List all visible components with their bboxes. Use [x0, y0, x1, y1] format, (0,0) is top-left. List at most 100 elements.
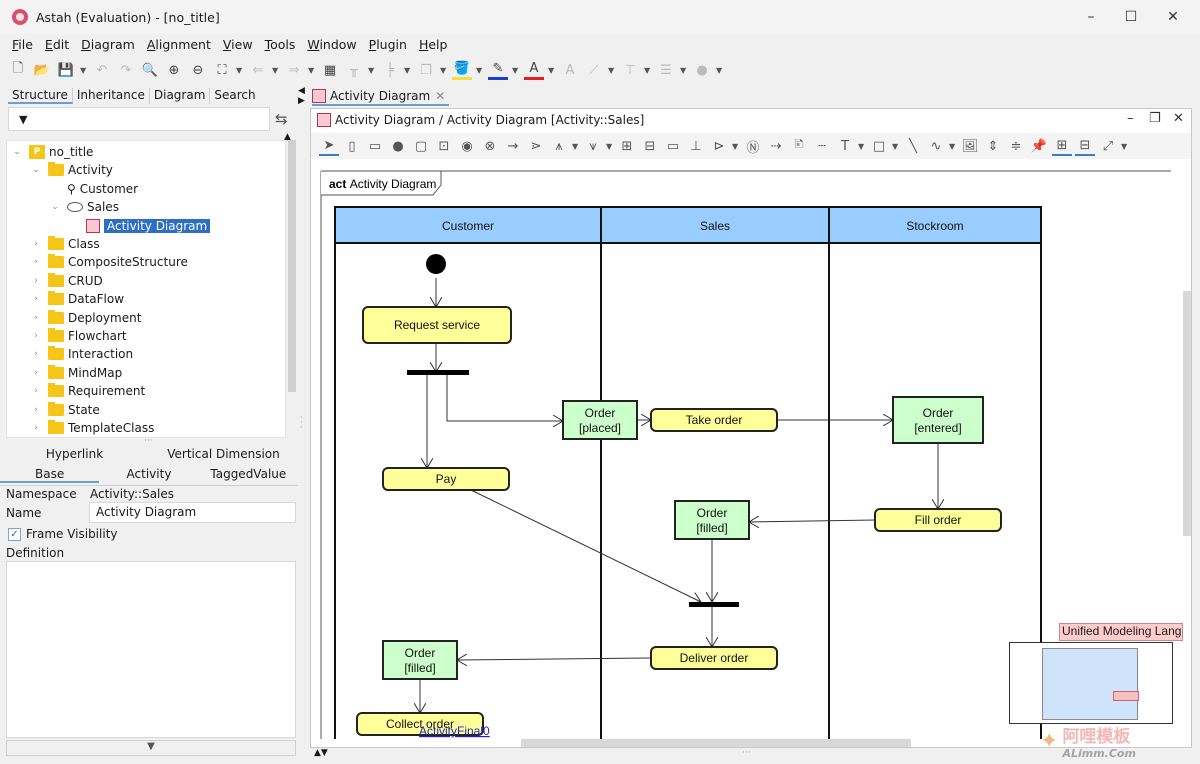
close-button[interactable]: ✕	[1152, 0, 1194, 34]
layout-icon[interactable]: ▦	[320, 60, 340, 80]
minimize-button[interactable]: –	[1070, 0, 1112, 34]
menu-view[interactable]: View	[223, 37, 253, 52]
line-style-icon[interactable]: ⟋	[584, 60, 604, 80]
dropdown-arrow-icon[interactable]: ▼	[404, 66, 412, 75]
fill-color-icon[interactable]: 🪣	[452, 60, 472, 80]
activity-final-label[interactable]: ActivityFinal0	[419, 724, 490, 738]
menu-plugin[interactable]: Plugin	[369, 37, 407, 52]
tab-hyperlink[interactable]: Hyperlink	[0, 447, 149, 461]
align-left-icon[interactable]: ╞	[380, 60, 400, 80]
open-folder-icon[interactable]: 📂	[32, 60, 52, 80]
tree-item[interactable]: ⌄ Sales	[49, 198, 119, 216]
tree-item[interactable]: › CRUD	[30, 272, 103, 290]
tree-item[interactable]: ⌄ Activity	[30, 161, 113, 179]
tab-structure[interactable]: Structure	[8, 88, 73, 104]
dropdown-arrow-icon[interactable]: ▼	[572, 142, 580, 151]
object-flow-icon[interactable]: ⋗	[526, 136, 546, 156]
maximize-button[interactable]: ☐	[1110, 0, 1152, 34]
image-icon[interactable]: 🖼	[960, 136, 980, 156]
chevron-right-icon[interactable]: ›	[30, 294, 42, 304]
auto-resize-icon[interactable]: ⊞	[1052, 136, 1072, 156]
dropdown-arrow-icon[interactable]: ▼	[308, 66, 316, 75]
dropdown-arrow-icon[interactable]: ▼	[1121, 142, 1129, 151]
sync-icon[interactable]: ⇆	[275, 110, 288, 128]
horizontal-partition-icon[interactable]: ▭	[365, 136, 385, 156]
tree-layout-icon[interactable]: ⊤	[620, 60, 640, 80]
chevron-right-icon[interactable]: ›	[30, 239, 42, 249]
tree-item[interactable]: › Flowchart	[30, 327, 127, 345]
canvas-horizontal-scrollbar[interactable]	[521, 739, 911, 747]
tree-item[interactable]: › Requirement	[30, 382, 145, 400]
chevron-right-icon[interactable]: ›	[30, 331, 42, 341]
dropdown-arrow-icon[interactable]: ▼	[606, 142, 614, 151]
pin-icon[interactable]: 📌	[1029, 136, 1049, 156]
dropdown-arrow-icon[interactable]: ▼	[644, 66, 652, 75]
tab-taggedvalue[interactable]: TaggedValue	[199, 467, 298, 483]
chevron-right-icon[interactable]: ›	[30, 386, 42, 396]
chevron-right-icon[interactable]: ›	[30, 405, 42, 415]
frame-icon[interactable]: ⊟	[1075, 136, 1095, 156]
output-pin-icon[interactable]: ⊟	[640, 136, 660, 156]
dropdown-arrow-icon[interactable]: ▼	[608, 66, 616, 75]
send-signal-icon[interactable]: ⊳	[709, 136, 729, 156]
dropdown-arrow-icon[interactable]: ▼	[680, 66, 688, 75]
flow-final-icon[interactable]: ⊗	[480, 136, 500, 156]
note-n-icon[interactable]: Ⓝ	[743, 136, 763, 156]
tree-filter-input[interactable]: ▼	[8, 107, 270, 131]
vertical-partition-icon[interactable]: ▯	[342, 136, 362, 156]
tab-activity[interactable]: Activity	[99, 467, 198, 483]
shrink-vertical-icon[interactable]: ≑	[1006, 136, 1026, 156]
font-style-icon[interactable]: A	[560, 60, 580, 80]
editor-close-button[interactable]: ✕	[1173, 111, 1184, 126]
dropdown-arrow-icon[interactable]: ▼	[476, 66, 484, 75]
editor-minimize-button[interactable]: –	[1127, 111, 1134, 126]
initial-node-icon[interactable]: ●	[388, 136, 408, 156]
expand-vertical-icon[interactable]: ⇕	[983, 136, 1003, 156]
menu-help[interactable]: Help	[419, 37, 448, 52]
control-flow-icon[interactable]: →	[503, 136, 523, 156]
minimap-viewport[interactable]	[1042, 648, 1138, 720]
line-color-icon[interactable]: ✎	[488, 60, 508, 80]
tree-item[interactable]: › MindMap	[30, 364, 122, 382]
rectangle-icon[interactable]: □	[869, 136, 889, 156]
align-top-icon[interactable]: ╥	[344, 60, 364, 80]
canvas-vertical-scrollbar[interactable]	[1183, 291, 1191, 536]
dropdown-arrow-icon[interactable]: ▼	[440, 66, 448, 75]
dropdown-arrow-icon[interactable]: ▼	[949, 142, 957, 151]
zoom-icon[interactable]: 🔍	[140, 60, 160, 80]
tab-activity-diagram[interactable]: Activity Diagram ✕	[312, 88, 450, 106]
fit-window-icon[interactable]: ⛶	[212, 60, 232, 80]
tree-scrollbar[interactable]	[288, 140, 296, 392]
menu-window[interactable]: Window	[307, 37, 356, 52]
note-icon[interactable]: 🗈	[789, 136, 809, 156]
tree-item[interactable]: › DataFlow	[30, 290, 124, 308]
decision-icon[interactable]: ⊥	[686, 136, 706, 156]
tree-item[interactable]: › TemplateClass	[30, 419, 154, 437]
menu-tools[interactable]: Tools	[265, 37, 296, 52]
dropdown-arrow-icon[interactable]: ▼	[272, 66, 280, 75]
forward-icon[interactable]: ⇒	[284, 60, 304, 80]
back-icon[interactable]: ⇐	[248, 60, 268, 80]
action-icon[interactable]: ▢	[411, 136, 431, 156]
dropdown-arrow-icon[interactable]: ▼	[512, 66, 520, 75]
final-node-icon[interactable]: ◉	[457, 136, 477, 156]
chevron-down-icon[interactable]: ⌄	[30, 165, 42, 175]
line-icon[interactable]: ╲	[903, 136, 923, 156]
object-node-icon[interactable]: ▭	[663, 136, 683, 156]
chevron-down-icon[interactable]: ⌄	[49, 202, 61, 212]
definition-scroll-down[interactable]: ▼	[6, 740, 296, 756]
font-color-icon[interactable]: A	[524, 60, 544, 80]
zoom-in-icon[interactable]: ⊕	[164, 60, 184, 80]
dropdown-arrow-icon[interactable]: ▼	[858, 142, 866, 151]
chevron-down-icon[interactable]: ⌄	[11, 147, 23, 157]
tab-inheritance[interactable]: Inheritance	[73, 88, 150, 104]
tree-item[interactable]: › CompositeStructure	[30, 253, 188, 271]
chevron-right-icon[interactable]: ›	[30, 368, 42, 378]
redo-icon[interactable]: ↷	[116, 60, 136, 80]
tree-item[interactable]: › Deployment	[30, 309, 141, 327]
close-tab-icon[interactable]: ✕	[435, 89, 445, 103]
tree-item[interactable]: ⚲ Customer	[49, 180, 138, 198]
collapse-panel-icon[interactable]: ◀ ▶	[298, 86, 305, 106]
chevron-right-icon[interactable]: ›	[30, 423, 42, 433]
scroll-arrows-icon[interactable]: ▲▼	[314, 748, 328, 758]
